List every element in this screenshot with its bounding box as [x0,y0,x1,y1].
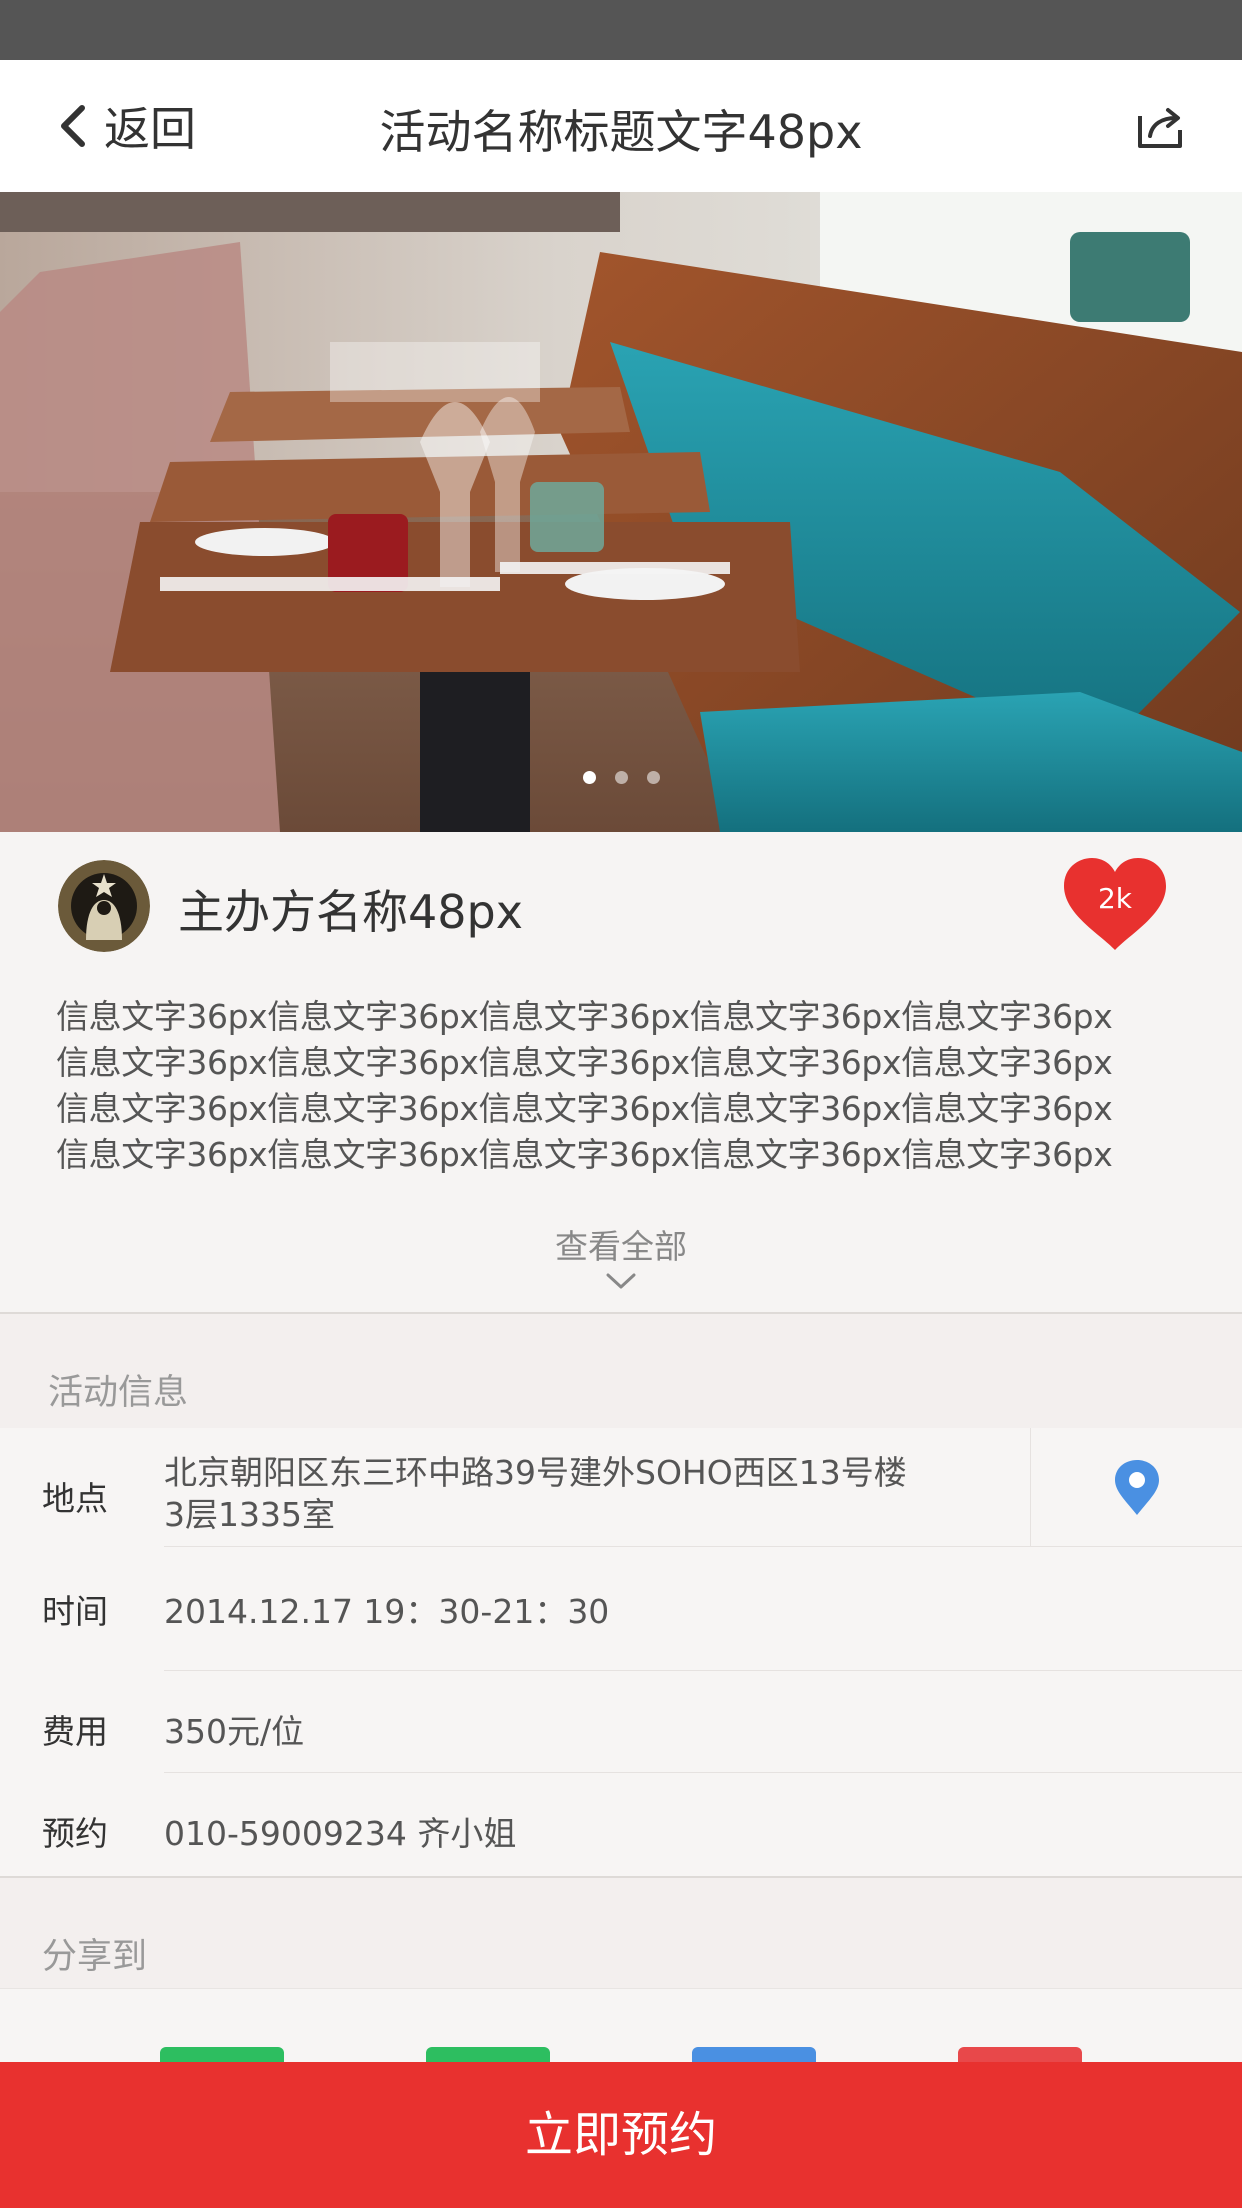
location-row[interactable]: 地点 北京朝阳区东三环中路39号建外SOHO西区13号楼 3层1335室 [0,1428,1242,1546]
view-all-button[interactable]: 查看全部 [0,1220,1242,1290]
book-now-button[interactable]: 立即预约 [0,2062,1242,2208]
description-line: 信息文字36px信息文字36px信息文字36px信息文字36px信息文字36px [56,1135,1113,1174]
description-line: 信息文字36px信息文字36px信息文字36px信息文字36px信息文字36px [56,1043,1113,1082]
carousel-dot[interactable] [614,771,628,784]
section-title: 分享到 [42,1937,148,1977]
section-title: 活动信息 [48,1373,189,1413]
location-pin-icon [1115,1460,1159,1515]
restaurant-photo [0,192,1242,832]
time-label: 时间 [42,1592,108,1631]
back-label: 返回 [104,102,196,156]
carousel-dot[interactable] [646,771,660,784]
carousel-dot[interactable] [582,771,596,784]
avatar[interactable] [58,860,150,952]
fee-row: 费用 350元/位 [0,1671,1242,1771]
description-line: 信息文字36px信息文字36px信息文字36px信息文字36px信息文字36px [56,1089,1113,1128]
location-value-line2: 3层1335室 [164,1495,335,1534]
organizer-name[interactable]: 主办方名称48px [178,876,523,942]
carousel-indicator [0,771,1242,784]
like-button[interactable]: 2k [1062,856,1168,952]
banner-carousel[interactable] [0,192,1242,832]
chevron-down-icon [606,1273,636,1289]
share-header: 分享到 [0,1878,1242,1988]
activity-info-list: 地点 北京朝阳区东三环中路39号建外SOHO西区13号楼 3层1335室 时间 … [0,1428,1242,1878]
chevron-left-icon [61,105,85,147]
navigation-bar: 返回 活动名称标题文字48px [0,60,1242,193]
description-line: 信息文字36px信息文字36px信息文字36px信息文字36px信息文字36px [56,997,1113,1036]
share-icon [1138,108,1182,148]
map-button[interactable] [1030,1428,1242,1546]
like-count: 2k [1097,882,1133,915]
activity-info-header: 活动信息 [0,1314,1242,1428]
booking-label: 预约 [42,1814,108,1853]
fee-label: 费用 [42,1712,108,1751]
view-all-label: 查看全部 [555,1227,687,1266]
status-bar [0,0,1242,60]
organizer-row: 主办方名称48px 2k [0,832,1242,981]
description-section: 信息文字36px信息文字36px信息文字36px信息文字36px信息文字36px… [0,980,1242,1314]
time-value: 2014.12.17 19：30-21：30 [164,1592,610,1631]
booking-row[interactable]: 预约 010-59009234 齐小姐 [0,1773,1242,1876]
fee-value: 350元/位 [164,1712,305,1751]
location-value-line1: 北京朝阳区东三环中路39号建外SOHO西区13号楼 [164,1453,907,1492]
starbucks-logo [58,860,150,952]
description-text: 信息文字36px信息文字36px信息文字36px信息文字36px信息文字36px… [56,994,1186,1178]
share-button[interactable] [1136,102,1186,152]
back-button[interactable]: 返回 [56,96,196,156]
location-label: 地点 [42,1479,108,1518]
time-row: 时间 2014.12.17 19：30-21：30 [0,1547,1242,1669]
booking-value[interactable]: 010-59009234 齐小姐 [164,1807,516,1855]
